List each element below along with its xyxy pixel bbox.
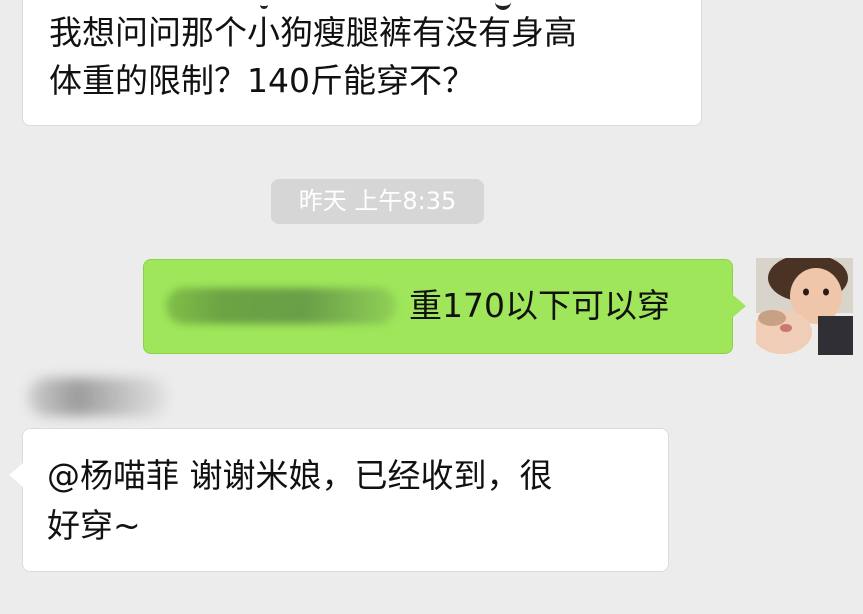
received-message-bubble[interactable]: 我想问问那个小狗瘦腿裤有没有身高 体重的限制？140斤能穿不？ xyxy=(22,0,702,126)
received-message-bubble[interactable]: @杨喵菲 谢谢米娘，已经收到，很 好穿~ xyxy=(9,428,669,572)
avatar[interactable] xyxy=(756,258,853,355)
avatar-photo-icon xyxy=(756,258,853,355)
redacted-sender-name xyxy=(28,378,168,416)
sent-message-bubble[interactable]: 重170以下可以穿 xyxy=(143,259,746,354)
redacted-mention xyxy=(166,288,396,324)
message-text: 重170以下可以穿 xyxy=(409,286,670,325)
cropped-text-fragment xyxy=(260,0,268,9)
message-text: 我想问问那个小狗瘦腿裤有没有身高 体重的限制？140斤能穿不？ xyxy=(49,13,577,100)
message-timestamp: 昨天 上午8:35 xyxy=(271,179,484,224)
message-text: @杨喵菲 谢谢米娘，已经收到，很 好穿~ xyxy=(47,456,553,545)
